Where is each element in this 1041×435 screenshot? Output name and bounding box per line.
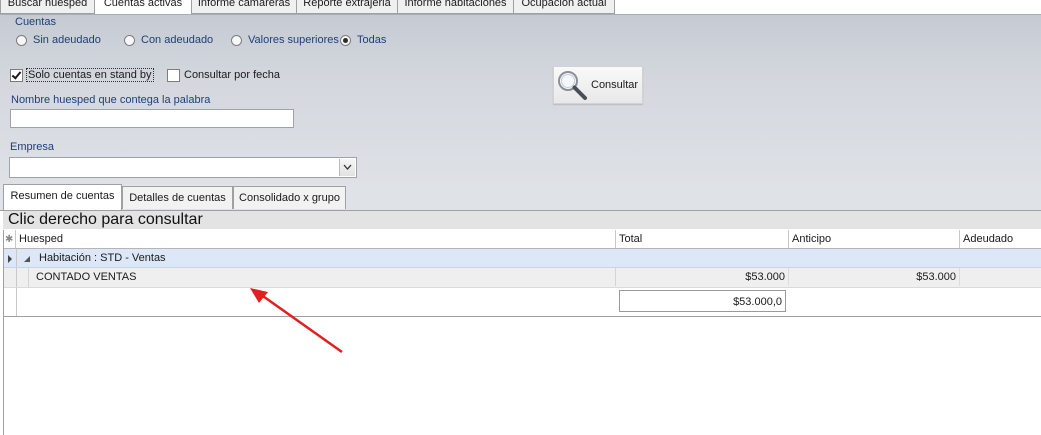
main-tab-strip: Buscar huesped Cuentas activas Informe c…	[0, 0, 1041, 15]
tab-informe-camareras[interactable]: Informe camareras	[191, 0, 297, 14]
column-header-anticipo[interactable]: Anticipo	[789, 230, 960, 248]
tab-cuentas-activas[interactable]: Cuentas activas	[94, 0, 192, 15]
radio-valores-superiores[interactable]	[231, 35, 242, 46]
tab-ocupacion-actual[interactable]: Ocupacion actual	[513, 0, 615, 14]
empresa-field-label: Empresa	[10, 141, 55, 153]
tab-reporte-extrajeria[interactable]: Reporte extrajeria	[296, 0, 398, 14]
consultar-button-label: Consultar	[591, 79, 639, 91]
row-selector-icon	[7, 254, 13, 266]
magnifier-icon	[556, 69, 588, 104]
column-header-total[interactable]: Total	[616, 230, 789, 248]
tab-label: Detalles de cuentas	[129, 192, 226, 204]
cell-huesped: CONTADO VENTAS	[36, 268, 616, 286]
nombre-field-label: Nombre huesped que contega la palabra	[11, 94, 211, 106]
tab-buscar-huesped[interactable]: Buscar huesped	[0, 0, 95, 14]
grid-caption: Clic derecho para consultar	[3, 211, 1041, 229]
tab-label: Buscar huesped	[7, 0, 88, 9]
radio-con-adeudado-label[interactable]: Con adeudado	[141, 34, 213, 46]
standby-checkbox[interactable]	[10, 69, 23, 82]
radio-todas[interactable]	[340, 35, 351, 46]
collapse-triangle-icon[interactable]	[24, 254, 31, 266]
por-fecha-checkbox-label[interactable]: Consultar por fecha	[184, 69, 280, 81]
tab-informe-habitaciones[interactable]: Informe habitaciones	[397, 0, 514, 14]
group-row-label: Habitación : STD - Ventas	[39, 252, 166, 264]
row-indicator-divider	[16, 249, 17, 267]
accounts-grid[interactable]: ✱ Huesped Total Anticipo Adeudado Habita…	[3, 230, 1041, 435]
summary-row: $53.000,0	[4, 288, 1041, 317]
tab-label: Informe habitaciones	[404, 0, 507, 9]
filter-panel: Cuentas Sin adeudado Con adeudado Valore…	[0, 14, 1041, 185]
tab-label: Consolidado x grupo	[239, 192, 340, 204]
consultar-button[interactable]: Consultar	[553, 66, 643, 104]
table-row[interactable]: CONTADO VENTAS $53.000 $53.000	[4, 268, 1041, 288]
por-fecha-checkbox[interactable]	[167, 69, 180, 82]
radio-sin-adeudado[interactable]	[16, 35, 27, 46]
radio-con-adeudado[interactable]	[124, 35, 135, 46]
column-header-huesped[interactable]: Huesped	[16, 230, 616, 248]
chevron-down-icon[interactable]	[339, 159, 355, 176]
tab-label: Resumen de cuentas	[10, 190, 115, 202]
radio-valores-superiores-label[interactable]: Valores superiores	[248, 34, 339, 46]
cell-anticipo: $53.000	[789, 268, 960, 286]
summary-total-value: $53.000,0	[619, 290, 786, 312]
cuentas-group-label: Cuentas	[15, 16, 56, 28]
radio-sin-adeudado-label[interactable]: Sin adeudado	[33, 34, 101, 46]
tab-label: Cuentas activas	[103, 0, 183, 9]
results-tab-strip: Resumen de cuentas Detalles de cuentas C…	[0, 184, 1041, 211]
tab-label: Ocupacion actual	[521, 0, 607, 9]
cell-adeudado	[960, 268, 1041, 286]
cell-total: $53.000	[616, 268, 789, 286]
tab-label: Reporte extrajeria	[303, 0, 391, 9]
empresa-select[interactable]	[9, 157, 357, 178]
grid-header: ✱ Huesped Total Anticipo Adeudado	[4, 230, 1041, 249]
header-marker: ✱	[4, 230, 16, 248]
standby-checkbox-label[interactable]: Solo cuentas en stand by	[26, 68, 154, 82]
indent-divider	[28, 268, 29, 287]
tab-label: Informe camareras	[197, 0, 291, 9]
tab-detalles-de-cuentas[interactable]: Detalles de cuentas	[122, 186, 233, 209]
tab-consolidado-x-grupo[interactable]: Consolidado x grupo	[233, 186, 346, 209]
tab-resumen-de-cuentas[interactable]: Resumen de cuentas	[3, 184, 122, 210]
column-header-adeudado[interactable]: Adeudado	[960, 230, 1041, 248]
radio-todas-label[interactable]: Todas	[357, 34, 386, 46]
row-indicator-divider	[16, 288, 17, 316]
nombre-huesped-input[interactable]	[10, 109, 294, 128]
group-row[interactable]: Habitación : STD - Ventas	[4, 249, 1041, 268]
row-indicator-divider	[16, 268, 17, 287]
